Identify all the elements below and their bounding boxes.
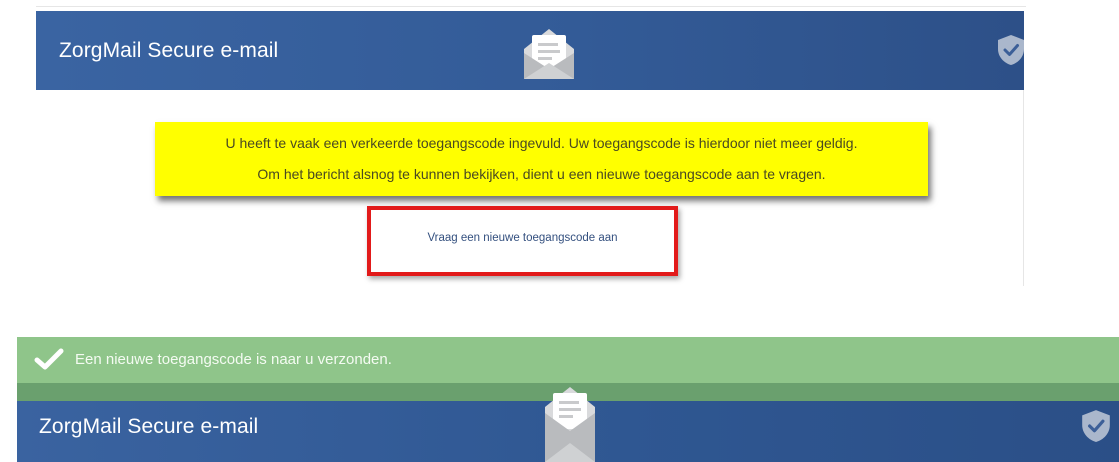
success-message: Een nieuwe toegangscode is naar u verzon…: [75, 351, 392, 368]
success-notification: Een nieuwe toegangscode is naar u verzon…: [17, 337, 1119, 383]
warning-text-line2: Om het bericht alsnog te kunnen bekijken…: [257, 166, 826, 182]
divider: [36, 6, 1026, 7]
shield-check-icon: [1082, 410, 1110, 442]
shield-check-icon: [998, 35, 1024, 65]
warning-banner: U heeft te vaak een verkeerde toegangsco…: [155, 122, 928, 196]
envelope-open-icon: [545, 387, 595, 462]
top-header: ZorgMail Secure e-mail: [36, 11, 1024, 90]
top-screen: ZorgMail Secure e-mail U heeft te vaak e…: [0, 0, 1030, 290]
request-new-code-link[interactable]: Vraag een nieuwe toegangscode aan: [371, 232, 674, 244]
warning-text-line1: U heeft te vaak een verkeerde toegangsco…: [225, 135, 858, 151]
app-title: ZorgMail Secure e-mail: [59, 39, 279, 62]
app-title: ZorgMail Secure e-mail: [39, 415, 259, 438]
checkmark-icon: [34, 348, 64, 370]
request-code-highlight: Vraag een nieuwe toegangscode aan: [367, 206, 678, 276]
divider: [1023, 90, 1024, 286]
envelope-open-icon: [524, 29, 574, 79]
